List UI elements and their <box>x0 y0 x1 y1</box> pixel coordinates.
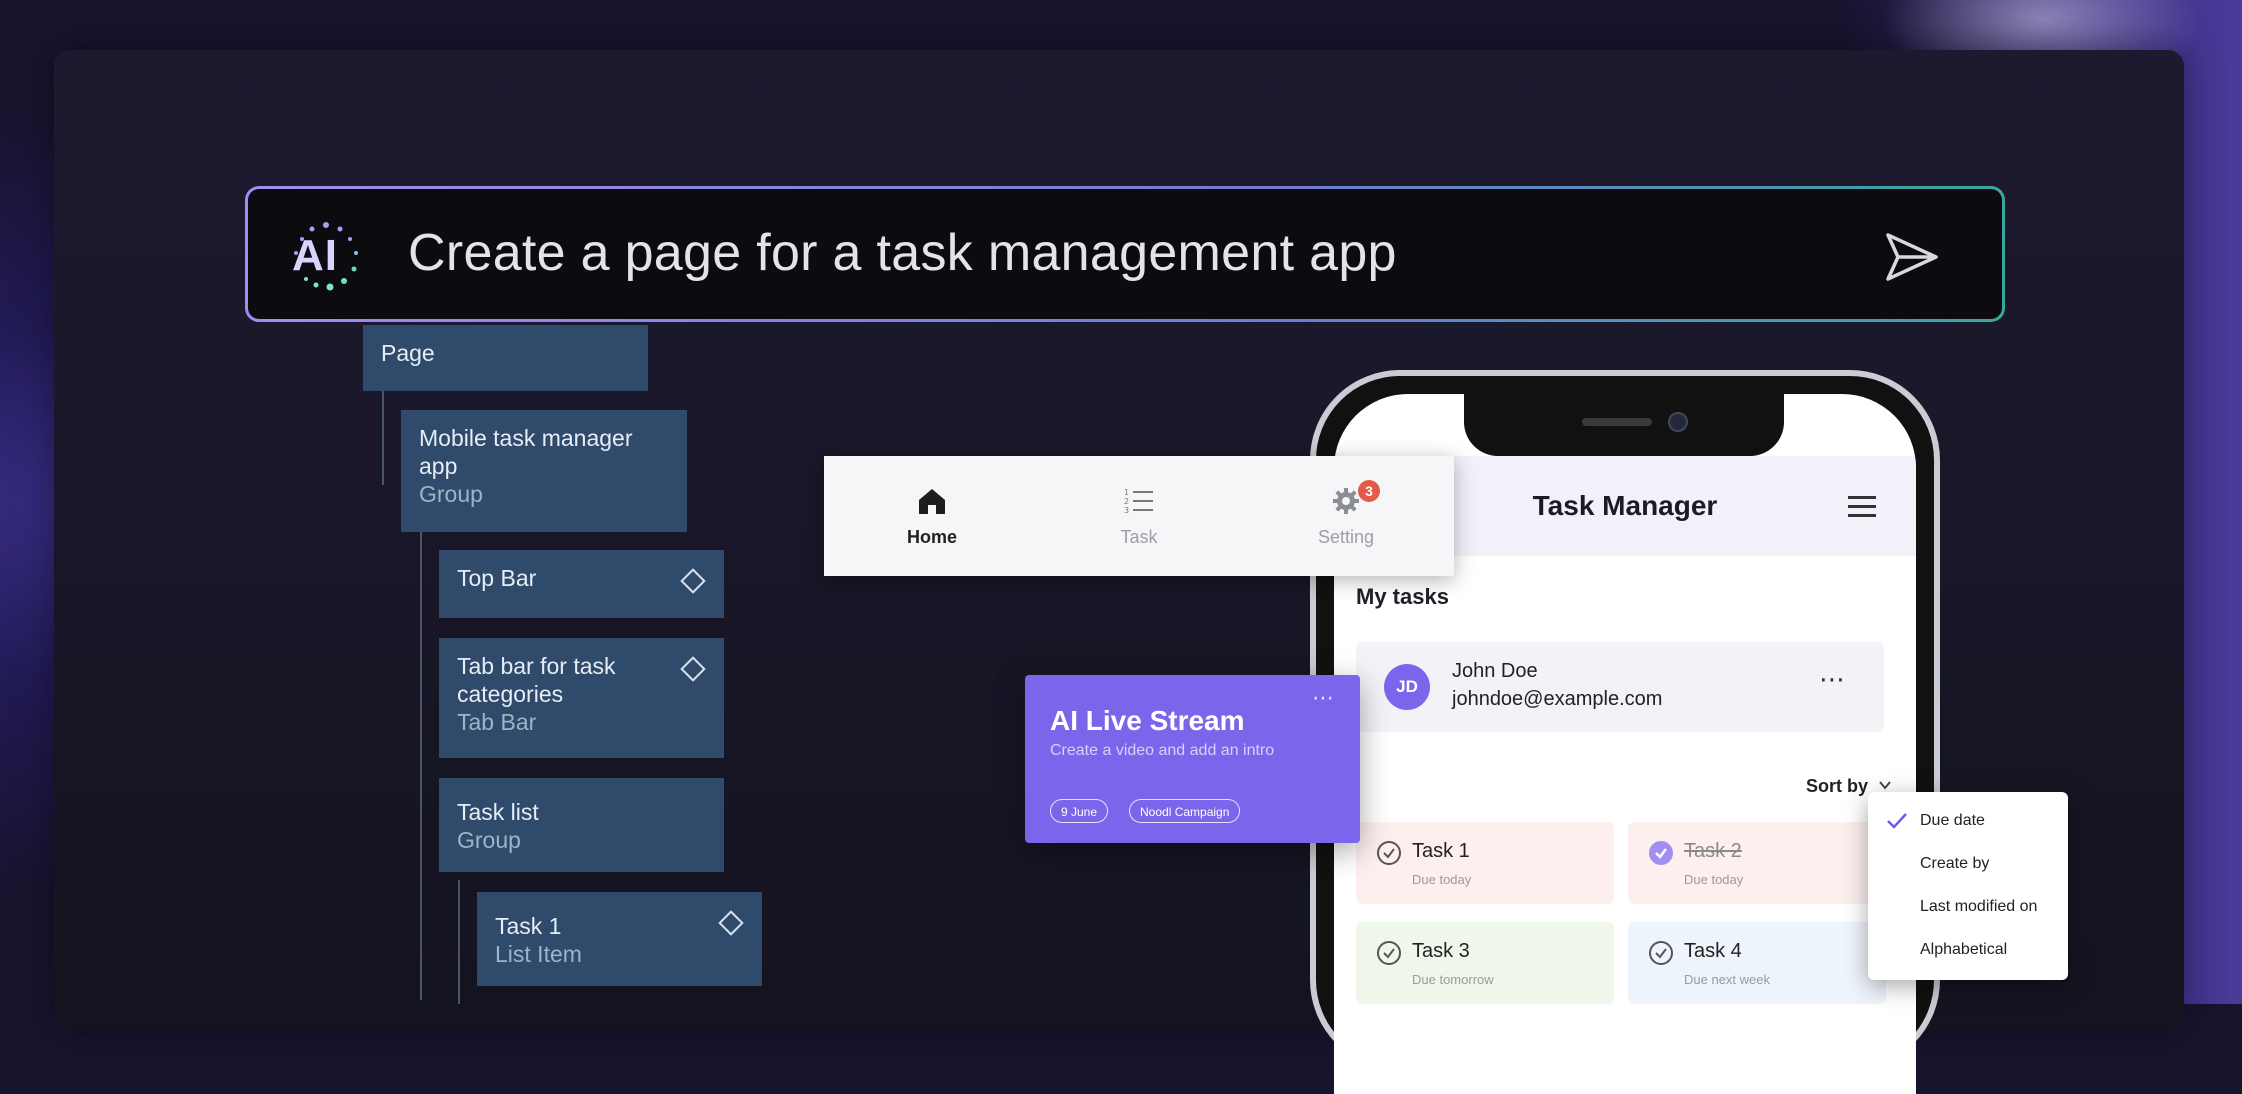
check-circle-icon[interactable] <box>1376 840 1402 866</box>
task-card[interactable]: Task 3 Due tomorrow <box>1356 922 1614 1004</box>
component-diamond-icon <box>680 656 706 682</box>
task-name: Task 4 <box>1684 940 1742 962</box>
sort-dropdown-menu: Due date Create by Last modified on Alph… <box>1868 792 2068 980</box>
tree-node-title: Mobile task manager app <box>419 425 633 479</box>
tab-task[interactable]: 1 2 3 Task <box>1069 486 1209 548</box>
task-card[interactable]: Task 1 Due today <box>1356 822 1614 904</box>
tree-connector <box>420 530 422 1000</box>
user-email: johndoe@example.com <box>1452 688 1663 710</box>
notification-badge: 3 <box>1358 480 1380 502</box>
task-card[interactable]: Task 2 Due today <box>1628 822 1886 904</box>
card-title: AI Live Stream <box>1050 705 1245 736</box>
phone-notch <box>1464 394 1784 456</box>
ai-prompt-inner: AI Create a page for a task management a… <box>248 189 2002 319</box>
prompt-input-text[interactable]: Create a page for a task management app <box>408 223 1397 283</box>
tree-node-type: List Item <box>495 941 582 967</box>
list-icon: 1 2 3 <box>1124 488 1153 515</box>
live-stream-card[interactable]: ⋯ AI Live Stream Create a video and add … <box>1025 675 1360 843</box>
send-icon[interactable] <box>1882 227 1942 287</box>
sort-option-alphabetical[interactable]: Alphabetical <box>1920 941 2007 959</box>
hamburger-menu-icon[interactable] <box>1848 496 1876 518</box>
tree-connector <box>458 880 460 1004</box>
ai-prompt-bar[interactable]: AI Create a page for a task management a… <box>245 186 2005 322</box>
svg-text:1: 1 <box>1124 488 1129 497</box>
tree-node-title: Top Bar <box>457 565 537 591</box>
user-card[interactable]: JD John Doe johndoe@example.com ⋯ <box>1356 642 1884 732</box>
svg-text:2: 2 <box>1124 497 1129 506</box>
floating-tab-bar: Home 1 2 3 Task 3 Setting <box>824 456 1454 576</box>
sort-option-create-by[interactable]: Create by <box>1920 855 1989 873</box>
avatar: JD <box>1384 664 1430 710</box>
tree-node-type: Group <box>457 827 521 853</box>
ai-logo-icon: AI <box>284 215 368 299</box>
tree-node-task-list[interactable]: Task list Group <box>439 778 724 872</box>
tree-node-page[interactable]: Page <box>363 325 648 391</box>
tab-setting[interactable]: 3 Setting <box>1276 480 1416 548</box>
tree-node-title: Page <box>381 340 435 366</box>
task-due: Due today <box>1412 872 1472 887</box>
task-due: Due today <box>1684 872 1744 887</box>
tree-node-tab-bar[interactable]: Tab bar for task categories Tab Bar <box>439 638 724 758</box>
section-title: My tasks <box>1356 584 1449 609</box>
phone-camera <box>1668 412 1688 432</box>
tree-node-title: Task 1 <box>495 913 562 939</box>
tree-node-task-1[interactable]: Task 1 List Item <box>477 892 762 986</box>
card-description: Create a video and add an intro <box>1050 742 1275 759</box>
task-name: Task 3 <box>1412 940 1470 962</box>
user-name: John Doe <box>1452 660 1538 682</box>
task-due: Due tomorrow <box>1412 972 1494 987</box>
task-card[interactable]: Task 4 Due next week <box>1628 922 1886 1004</box>
tab-label: Task <box>1120 527 1158 547</box>
campaign-chip[interactable]: Noodl Campaign <box>1129 799 1241 823</box>
tree-node-type: Tab Bar <box>457 709 537 735</box>
date-chip[interactable]: 9 June <box>1050 799 1109 823</box>
check-circle-icon[interactable] <box>1648 940 1674 966</box>
task-name: Task 2 <box>1684 840 1742 862</box>
tab-label: Setting <box>1317 527 1375 547</box>
tree-node-title: Tab bar for task categories <box>457 653 616 707</box>
home-icon <box>919 489 945 514</box>
check-circle-filled-icon[interactable] <box>1648 840 1674 866</box>
tree-connector <box>382 390 384 485</box>
tree-node-title: Task list <box>457 799 539 825</box>
sort-by-label[interactable]: Sort by <box>1806 776 1868 797</box>
sort-option-last-modified[interactable]: Last modified on <box>1920 898 2037 916</box>
tab-label: Home <box>906 527 957 547</box>
ai-logo-text: AI <box>292 231 338 280</box>
more-options-icon[interactable]: ⋯ <box>1819 664 1848 695</box>
tree-node-type: Group <box>419 481 483 507</box>
phone-speaker <box>1582 418 1652 426</box>
more-options-icon[interactable]: ⋯ <box>1312 685 1336 711</box>
tree-node-top-bar[interactable]: Top Bar <box>439 550 724 618</box>
task-name: Task 1 <box>1412 840 1470 862</box>
task-due: Due next week <box>1684 972 1770 987</box>
chevron-down-icon[interactable] <box>1878 778 1892 792</box>
sort-option-due-date[interactable]: Due date <box>1920 812 1985 830</box>
tree-node-group[interactable]: Mobile task manager app Group <box>401 410 687 532</box>
checkmark-icon <box>1887 813 1907 829</box>
check-circle-icon[interactable] <box>1376 940 1402 966</box>
svg-text:3: 3 <box>1124 506 1129 515</box>
tab-home[interactable]: Home <box>862 486 1002 548</box>
